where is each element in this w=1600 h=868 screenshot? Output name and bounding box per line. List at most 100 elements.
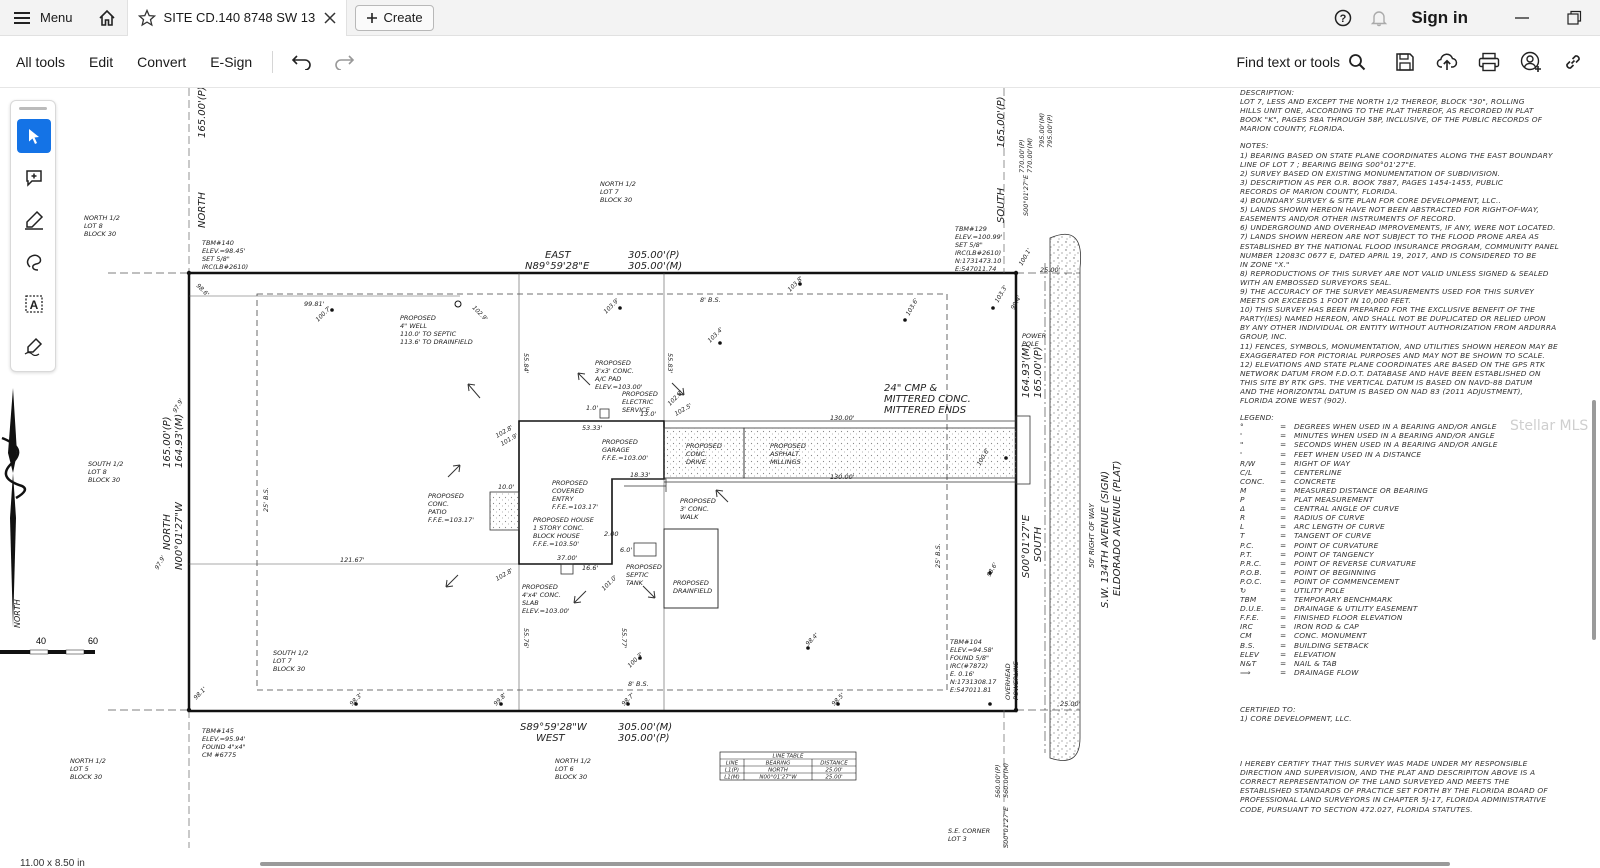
- legend-key: CONC.: [1240, 476, 1265, 486]
- house-label: 1 STORY CONC.: [533, 524, 584, 532]
- entry-label: F.F.E.=103.17': [552, 503, 598, 511]
- overhead-label: POWERLINE: [1012, 661, 1020, 700]
- certification-statement: I HEREBY CERTIFY THAT THIS SURVEY WAS MA…: [1240, 759, 1590, 814]
- legend-row: ' = FEET WHEN USED IN A DISTANCE: [1240, 449, 1422, 459]
- home-button[interactable]: [87, 0, 127, 36]
- lot-label: LOT 8: [88, 468, 107, 476]
- tbm-label: N:1731473.10: [955, 257, 1001, 265]
- section-heading: DESCRIPTION:: [1240, 88, 1295, 97]
- find-tools[interactable]: Find text or tools: [1237, 53, 1385, 71]
- note-line: 9) THE ACCURACY OF THE SURVEY MEASUREMEN…: [1240, 286, 1535, 296]
- culvert-label: MITTERED CONC.: [884, 394, 971, 405]
- legend-key: Δ: [1240, 504, 1246, 514]
- highlight-tool[interactable]: [17, 203, 51, 237]
- vertical-scrollbar[interactable]: [1592, 400, 1596, 640]
- dim-label: 121.67': [340, 556, 365, 564]
- road-name: ELDORADO AVENUE (PLAT): [1112, 461, 1123, 596]
- edit-menu[interactable]: Edit: [77, 36, 125, 88]
- sign-tool[interactable]: [17, 329, 51, 363]
- share-user-button[interactable]: [1510, 36, 1552, 88]
- certify-line: PROFESSIONAL LAND SURVEYORS IN CHAPTER 5…: [1240, 795, 1547, 805]
- add-comment-tool[interactable]: [17, 161, 51, 195]
- restore-button[interactable]: [1548, 0, 1600, 36]
- legend-row: P.O.B. = POINT OF BEGINNING: [1240, 567, 1377, 577]
- star-icon[interactable]: [137, 8, 156, 27]
- section-heading: NOTES:: [1240, 141, 1269, 151]
- dim-label: 10.0': [498, 483, 514, 491]
- text-tool[interactable]: A: [17, 287, 51, 321]
- help-button[interactable]: ?: [1325, 0, 1361, 36]
- convert-menu[interactable]: Convert: [125, 36, 198, 88]
- add-user-icon: [1520, 51, 1541, 72]
- plus-icon: [366, 12, 377, 23]
- horizontal-scrollbar[interactable]: [260, 862, 1450, 866]
- setback-label: 25' B.S.: [934, 543, 942, 568]
- tbm-label: E:547011.74: [955, 265, 996, 273]
- undo-button[interactable]: [281, 36, 323, 88]
- legend-value: MEASURED DISTANCE OR BEARING: [1294, 485, 1429, 495]
- esign-menu[interactable]: E-Sign: [198, 36, 264, 88]
- description-line: MARION COUNTY, FLORIDA.: [1240, 124, 1346, 134]
- tbm-label: E. 0.16': [950, 670, 975, 678]
- legend-value: CENTRAL ANGLE OF CURVE: [1294, 504, 1400, 514]
- legend-value: DEGREES WHEN USED IN A BEARING AND/OR AN…: [1294, 422, 1497, 432]
- legend-value: CONCRETE: [1294, 476, 1336, 486]
- legend-row: ELEV = ELEVATION: [1240, 649, 1336, 659]
- upload-button[interactable]: [1426, 36, 1468, 88]
- house-label: PROPOSED HOUSE: [533, 516, 595, 524]
- tbm-label: IRC(LB#2610): [955, 249, 1001, 257]
- create-button[interactable]: Create: [354, 4, 434, 31]
- menu-button[interactable]: Menu: [0, 0, 87, 36]
- legend-key: P.O.B.: [1240, 567, 1262, 577]
- ac-pad-label: 3'x3' CONC.: [595, 367, 634, 375]
- legend-row: T = TANGENT OF CURVE: [1240, 531, 1372, 541]
- note-line: 8) REPRODUCTIONS OF THIS SURVEY ARE NOT …: [1240, 268, 1549, 278]
- save-button[interactable]: [1384, 36, 1426, 88]
- tbm-label: N:1731308.17: [950, 678, 997, 686]
- drainfield-label: PROPOSED: [673, 579, 709, 587]
- sign-in-link[interactable]: Sign in: [1397, 8, 1496, 28]
- save-icon: [1396, 53, 1414, 71]
- notifications-button[interactable]: [1361, 0, 1397, 36]
- legend-row: IRC = IRON ROD & CAP: [1240, 622, 1359, 632]
- tab-bar: Menu SITE CD.140 8748 SW 13... Create ? …: [0, 0, 1600, 36]
- tbm-label: IRC(#7872): [950, 662, 988, 670]
- station-label: 770.00'(M): [1026, 138, 1034, 173]
- document-tab[interactable]: SITE CD.140 8748 SW 13...: [126, 0, 347, 36]
- bottom-dim: 305.00'(M): [618, 722, 672, 733]
- patio-label: PROPOSED: [428, 492, 464, 500]
- legend-value: ELEVATION: [1294, 649, 1336, 659]
- rail-grip[interactable]: [19, 107, 47, 110]
- legend-value: UTILITY POLE: [1294, 585, 1345, 595]
- comment-add-icon: [26, 170, 42, 187]
- print-button[interactable]: [1468, 36, 1510, 88]
- lasso-icon: [26, 254, 42, 271]
- dim-label: 13.0': [640, 410, 656, 418]
- legend-row: L = ARC LENGTH OF CURVE: [1240, 522, 1385, 532]
- patio-label: CONC.: [428, 500, 449, 508]
- minimize-icon: [1515, 17, 1529, 19]
- power-pole-label: POWER: [1022, 332, 1046, 340]
- top-dim: 305.00'(M): [628, 261, 682, 272]
- redo-button[interactable]: [323, 36, 365, 88]
- document-viewport[interactable]: NORTH 40 60 EAST N89°59'28"E 305.00'(P) …: [0, 88, 1600, 868]
- link-button[interactable]: [1552, 36, 1594, 88]
- bottom-bearing: WEST: [536, 733, 566, 744]
- line-table-cell: 25.00': [825, 775, 842, 781]
- garage-label: GARAGE: [602, 446, 630, 454]
- garage-label: PROPOSED: [602, 438, 638, 446]
- close-tab-icon[interactable]: [324, 11, 336, 24]
- elevation-label: 102.9': [471, 304, 490, 323]
- right-dim: 164.93'(M): [1021, 344, 1032, 398]
- lot-label: BLOCK 30: [600, 196, 632, 204]
- minimize-button[interactable]: [1496, 0, 1548, 36]
- create-label: Create: [383, 10, 423, 25]
- lot-label: NORTH 1/2: [600, 180, 636, 188]
- draw-tool[interactable]: [17, 245, 51, 279]
- overhead-label: OVERHEAD: [1004, 663, 1012, 700]
- all-tools-menu[interactable]: All tools: [0, 36, 77, 88]
- legend-value: CENTERLINE: [1294, 467, 1342, 477]
- legend-key: D.U.E.: [1240, 604, 1264, 614]
- select-tool[interactable]: [17, 119, 51, 153]
- dim-label: 55.83': [666, 353, 674, 374]
